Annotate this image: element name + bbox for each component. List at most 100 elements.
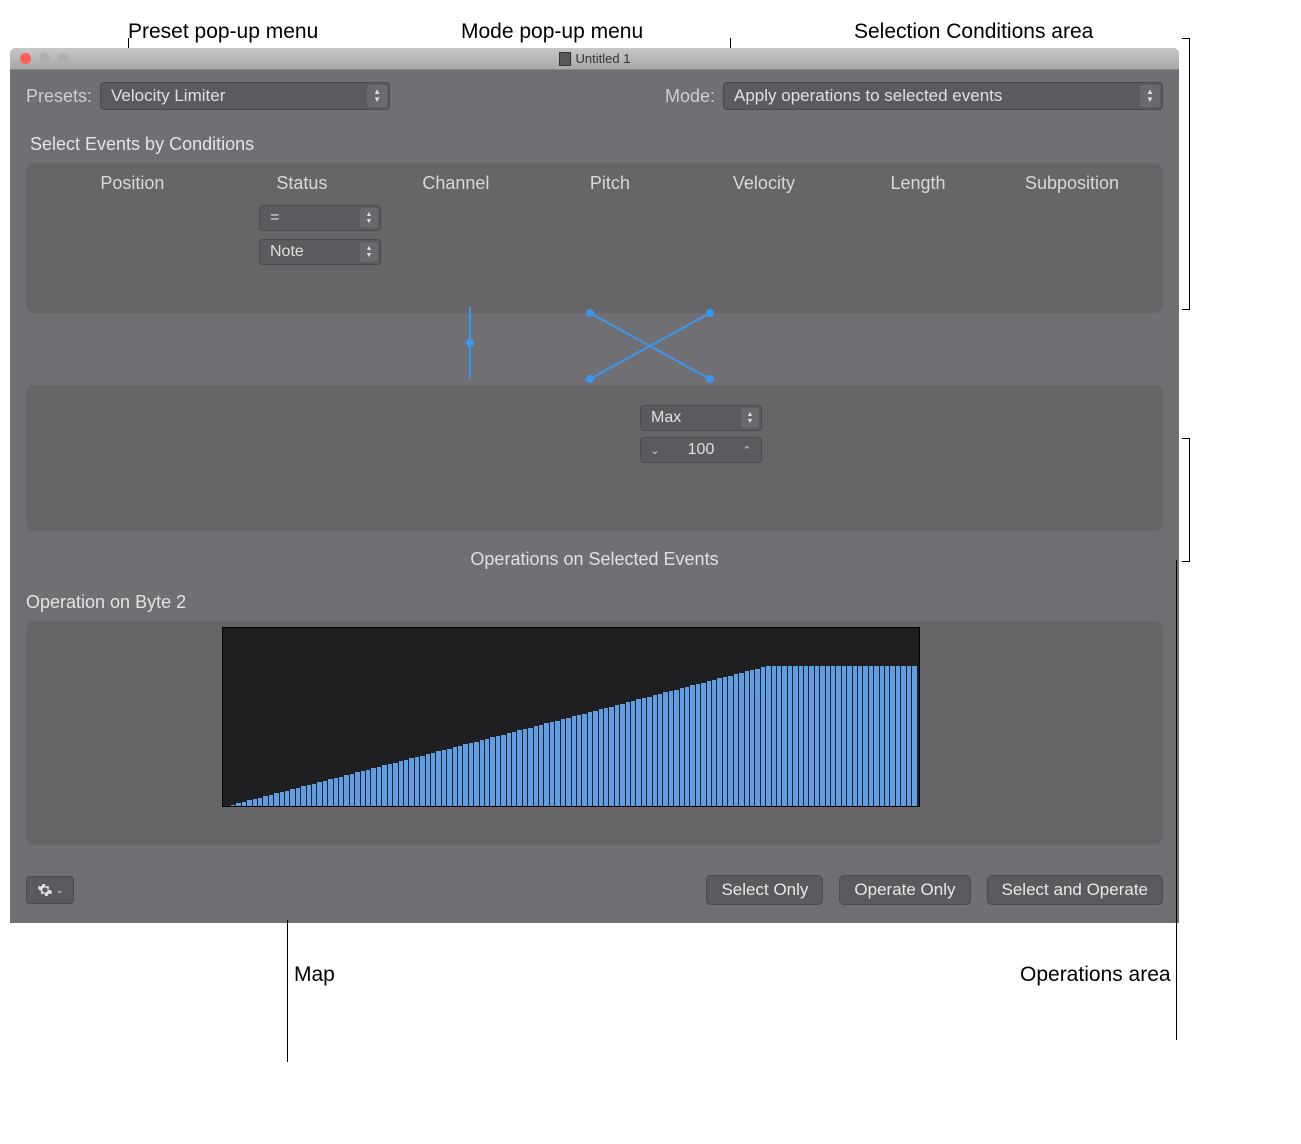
updown-icon: ▲▼ [1140, 85, 1160, 107]
chart-bar [701, 683, 705, 806]
chart-bar [685, 687, 689, 806]
chart-bar [696, 684, 700, 806]
chart-bar [890, 666, 894, 806]
chart-bar [636, 699, 640, 806]
chart-bar [480, 740, 484, 806]
select-and-operate-button[interactable]: Select and Operate [987, 875, 1163, 905]
operation-type-popup[interactable]: Max ▲▼ [640, 405, 762, 431]
chevron-up-icon[interactable]: ⌃ [739, 444, 755, 457]
operation-value-stepper[interactable]: ⌄ 100 ⌃ [640, 437, 762, 463]
chart-bar [447, 749, 451, 806]
chart-bar [269, 795, 273, 806]
chart-bar [831, 666, 835, 806]
chart-bar [258, 798, 262, 806]
chart-bar [566, 718, 570, 806]
chevron-down-icon[interactable]: ⌄ [647, 444, 663, 457]
col-velocity: Velocity [687, 173, 841, 194]
chart-bar [858, 666, 862, 806]
velocity-map-chart[interactable] [222, 627, 920, 807]
chart-bar [323, 781, 327, 806]
chart-bar [301, 786, 305, 806]
chart-bar [642, 698, 646, 806]
chart-bar [550, 722, 554, 806]
chart-bar [534, 726, 538, 806]
window-title-text: Untitled 1 [576, 51, 631, 66]
chart-bar [399, 761, 403, 806]
operations-label: Operations on Selected Events [26, 549, 1163, 570]
chart-bar [572, 716, 576, 806]
chart-bar [285, 791, 289, 806]
chart-bar [604, 708, 608, 806]
chart-bar [317, 782, 321, 806]
mode-label: Mode: [665, 86, 715, 107]
chart-bar [453, 747, 457, 806]
transform-window: Untitled 1 Presets: Velocity Limiter ▲▼ … [10, 48, 1179, 923]
col-subposition: Subposition [995, 173, 1149, 194]
minimize-button[interactable] [39, 53, 50, 64]
chart-bar [907, 666, 911, 806]
callout-ops: Operations area [1020, 963, 1171, 987]
connector-area [26, 313, 1163, 385]
chart-bar [474, 742, 478, 806]
select-only-button[interactable]: Select Only [706, 875, 823, 905]
chart-bar [420, 756, 424, 806]
chart-bar [820, 666, 824, 806]
callout-map: Map [294, 963, 335, 987]
chart-bar [734, 674, 738, 806]
close-button[interactable] [20, 53, 31, 64]
conditions-panel: Position Status Channel Pitch Velocity L… [26, 163, 1163, 313]
chart-bar [745, 671, 749, 806]
updown-icon: ▲▼ [360, 208, 378, 228]
chart-bar [404, 760, 408, 806]
chart-bar [869, 666, 873, 806]
chart-bar [755, 669, 759, 806]
chart-bar [863, 666, 867, 806]
chart-bar [442, 750, 446, 806]
callout-preset: Preset pop-up menu [128, 20, 318, 44]
chart-bar [393, 763, 397, 806]
chart-bar [247, 800, 251, 806]
chart-bar [847, 666, 851, 806]
mode-popup[interactable]: Apply operations to selected events ▲▼ [723, 82, 1163, 110]
updown-icon: ▲▼ [360, 242, 378, 262]
operation-type-value: Max [651, 409, 681, 427]
chart-bar [485, 739, 489, 806]
status-operator-popup[interactable]: = ▲▼ [259, 205, 381, 231]
chart-bar [415, 757, 419, 806]
chart-bar [669, 691, 673, 806]
chart-bar [426, 754, 430, 806]
chart-bar [793, 666, 797, 806]
chart-bar [826, 666, 830, 806]
presets-label: Presets: [26, 86, 92, 107]
mode-value: Apply operations to selected events [734, 86, 1002, 106]
chart-bar [836, 666, 840, 806]
operate-only-button[interactable]: Operate Only [839, 875, 970, 905]
callout-mode: Mode pop-up menu [461, 20, 643, 44]
chart-bar [766, 666, 770, 806]
chart-bar [355, 772, 359, 806]
updown-icon: ▲▼ [367, 85, 387, 107]
status-value-popup[interactable]: Note ▲▼ [259, 239, 381, 265]
chart-bar [544, 723, 548, 806]
chart-bar [490, 737, 494, 806]
chart-bar [782, 666, 786, 806]
chart-bar [799, 666, 803, 806]
chart-bar [361, 771, 365, 806]
chart-bar [626, 702, 630, 806]
chart-bar [263, 796, 267, 806]
chart-bar [496, 736, 500, 806]
chart-bar [599, 709, 603, 806]
presets-value: Velocity Limiter [111, 86, 225, 106]
chart-bar [517, 730, 521, 806]
presets-popup[interactable]: Velocity Limiter ▲▼ [100, 82, 390, 110]
zoom-button[interactable] [58, 53, 69, 64]
chart-bar [339, 777, 343, 806]
chart-bar [253, 799, 257, 806]
traffic-lights [10, 53, 69, 64]
chart-bar [371, 768, 375, 806]
chart-bar [658, 694, 662, 806]
chart-bar [739, 673, 743, 806]
settings-gear-button[interactable]: ⌄ [26, 876, 74, 904]
chart-bar [772, 666, 776, 806]
chart-bar [501, 735, 505, 806]
